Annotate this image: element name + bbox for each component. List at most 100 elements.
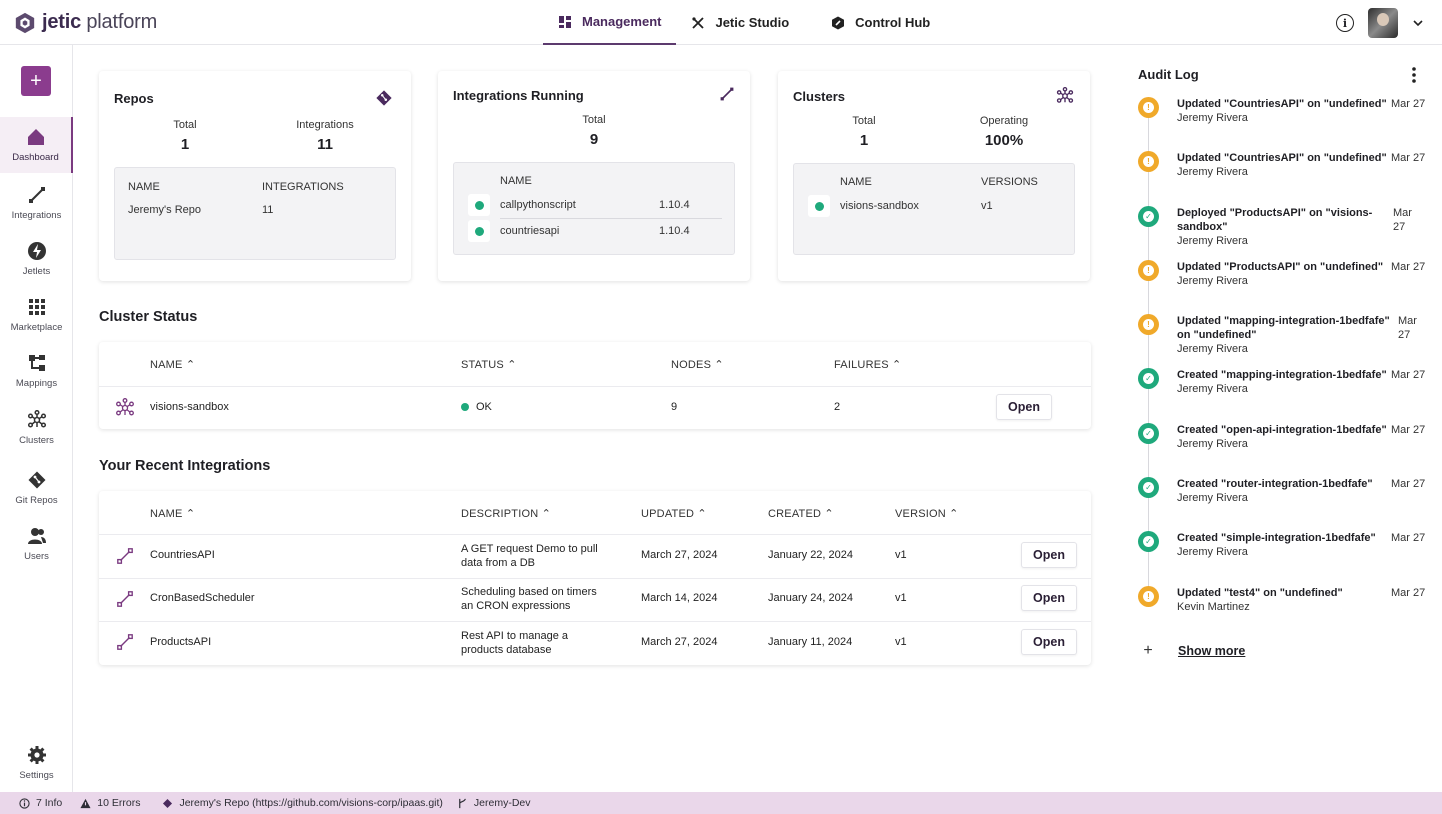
clusters-table: NAME VERSIONS visions-sandbox v1 (793, 163, 1075, 255)
status-repo[interactable]: Jeremy's Repo (https://github.com/vision… (162, 797, 443, 809)
repo-name[interactable]: Jeremy's Repo (128, 204, 201, 216)
add-button[interactable]: + (21, 66, 51, 96)
warning-icon: ! (1138, 97, 1159, 118)
column-header-version[interactable]: VERSION ⌃ (895, 507, 959, 520)
column-header-name[interactable]: NAME ⌃ (150, 507, 195, 520)
sidebar-item-label: Mappings (15, 378, 58, 389)
tab-label: Control Hub (855, 15, 931, 30)
column-header: NAME (128, 181, 160, 193)
column-header-status[interactable]: STATUS ⌃ (461, 358, 517, 371)
clusters-card[interactable]: Clusters Total 1 Operating 100% NAME VER… (778, 71, 1090, 281)
integration-name[interactable]: CountriesAPI (150, 549, 215, 561)
integration-updated: March 27, 2024 (641, 549, 718, 561)
cluster-version: v1 (981, 200, 993, 212)
sidebar-item-label: Integrations (11, 210, 62, 221)
grid-icon (559, 15, 571, 28)
integration-icon (117, 548, 133, 564)
sidebar-item-git-repos[interactable]: Git Repos (0, 460, 73, 516)
card-title: Clusters (793, 89, 846, 104)
row-divider (99, 386, 1091, 387)
sidebar-item-label: Marketplace (10, 322, 63, 333)
home-icon (27, 129, 44, 145)
sidebar-item-dashboard[interactable]: Dashboard (0, 117, 73, 173)
cluster-name[interactable]: visions-sandbox (150, 401, 229, 413)
warning-icon: ! (1138, 260, 1159, 281)
top-right-controls: i (1336, 8, 1424, 38)
open-button[interactable]: Open (1021, 542, 1077, 568)
section-title-cluster-status: Cluster Status (99, 309, 198, 325)
repos-table: NAME INTEGRATIONS Jeremy's Repo 11 (114, 167, 396, 260)
sidebar-item-marketplace[interactable]: Marketplace (0, 287, 73, 343)
integration-name[interactable]: ProductsAPI (150, 636, 211, 648)
chevron-down-icon[interactable] (1412, 17, 1424, 29)
clusters-operating-stat: Operating 100% (944, 115, 1064, 149)
app-logo[interactable]: jetic platform (14, 11, 157, 34)
more-options-icon[interactable] (1408, 66, 1420, 84)
repos-integrations-stat: Integrations 11 (265, 119, 385, 153)
cluster-name[interactable]: visions-sandbox (840, 200, 919, 212)
integration-icon (117, 634, 133, 650)
warning-icon: ! (1138, 314, 1159, 335)
column-header-updated[interactable]: UPDATED ⌃ (641, 507, 707, 520)
integration-description: A GET request Demo to pull data from a DB (461, 543, 598, 569)
status-info-label: 7 Info (36, 797, 63, 809)
sidebar-item-label: Git Repos (15, 495, 58, 506)
apps-icon (28, 299, 45, 315)
audit-entry-date: Mar 27 (1391, 152, 1426, 164)
check-icon: ✓ (1138, 368, 1159, 389)
sidebar-item-jetlets[interactable]: Jetlets (0, 231, 73, 287)
sidebar-item-settings[interactable]: Settings (0, 735, 73, 791)
repos-card[interactable]: Repos Total 1 Integrations 11 NAME INTEG… (99, 71, 411, 281)
stat-value: 100% (984, 132, 1024, 149)
sidebar-item-users[interactable]: Users (0, 516, 73, 572)
jetic-logo-icon (15, 12, 35, 33)
audit-timeline (1148, 112, 1149, 602)
sidebar-item-mappings[interactable]: Mappings (0, 343, 73, 399)
integration-name[interactable]: callpythonscript (500, 199, 576, 211)
check-icon: ✓ (1138, 531, 1159, 552)
status-info[interactable]: 7 Info (19, 797, 62, 809)
open-button[interactable]: Open (1021, 629, 1077, 655)
open-button[interactable]: Open (996, 394, 1052, 420)
audit-entry-date: Mar 27 (1398, 315, 1417, 341)
integration-name[interactable]: CronBasedScheduler (150, 592, 255, 604)
avatar[interactable] (1368, 8, 1398, 38)
repos-total-stat: Total 1 (125, 119, 245, 153)
audit-entry-text: Deployed "ProductsAPI" on "visions-sandb… (1177, 207, 1373, 247)
integration-version: v1 (895, 549, 907, 561)
sidebar-item-label: Settings (19, 770, 54, 781)
stat-label: Total (852, 115, 876, 127)
tab-jetic-studio[interactable]: Jetic Studio (676, 0, 804, 45)
integration-description: Scheduling based on timers an CRON expres… (461, 586, 597, 612)
column-header-nodes[interactable]: NODES ⌃ (671, 358, 724, 371)
column-header: INTEGRATIONS (262, 181, 344, 193)
integration-created: January 22, 2024 (768, 549, 854, 561)
column-header-name[interactable]: NAME ⌃ (150, 358, 195, 371)
audit-entry-date: Mar 27 (1391, 261, 1426, 273)
stat-label: Integrations (296, 119, 354, 131)
audit-entry-text: Updated "ProductsAPI" on "undefined" Jere… (1177, 261, 1384, 287)
sidebar-item-label: Jetlets (22, 266, 51, 277)
integration-name[interactable]: countriesapi (500, 225, 559, 237)
tab-control-hub[interactable]: Control Hub (816, 0, 945, 45)
column-header-failures[interactable]: FAILURES ⌃ (834, 358, 901, 371)
status-branch[interactable]: Jeremy-Dev (457, 797, 531, 809)
gear-icon (27, 746, 46, 764)
audit-entry-text: Updated "CountriesAPI" on "undefined" Jer… (1177, 98, 1387, 124)
integrations-running-card[interactable]: Integrations Running Total 9 NAME callpy… (438, 71, 750, 281)
main-nav-tabs: Management Jetic Studio Control Hub (543, 0, 945, 45)
open-button[interactable]: Open (1021, 585, 1077, 611)
integration-created: January 24, 2024 (768, 592, 854, 604)
status-bar: 7 Info 10 Errors Jeremy's Repo (https://… (0, 792, 1442, 814)
integration-updated: March 27, 2024 (641, 636, 718, 648)
info-icon[interactable]: i (1336, 14, 1354, 32)
column-header-description[interactable]: DESCRIPTION ⌃ (461, 507, 551, 520)
sidebar-item-clusters[interactable]: Clusters (0, 400, 73, 456)
sidebar-item-integrations[interactable]: Integrations (0, 175, 73, 231)
stat-label: Total (582, 114, 606, 126)
show-more-link[interactable]: + Show more (1138, 642, 1245, 660)
tab-management[interactable]: Management (543, 0, 677, 45)
repo-integrations: 11 (262, 204, 274, 216)
status-errors[interactable]: 10 Errors (80, 797, 140, 809)
column-header-created[interactable]: CREATED ⌃ (768, 507, 834, 520)
